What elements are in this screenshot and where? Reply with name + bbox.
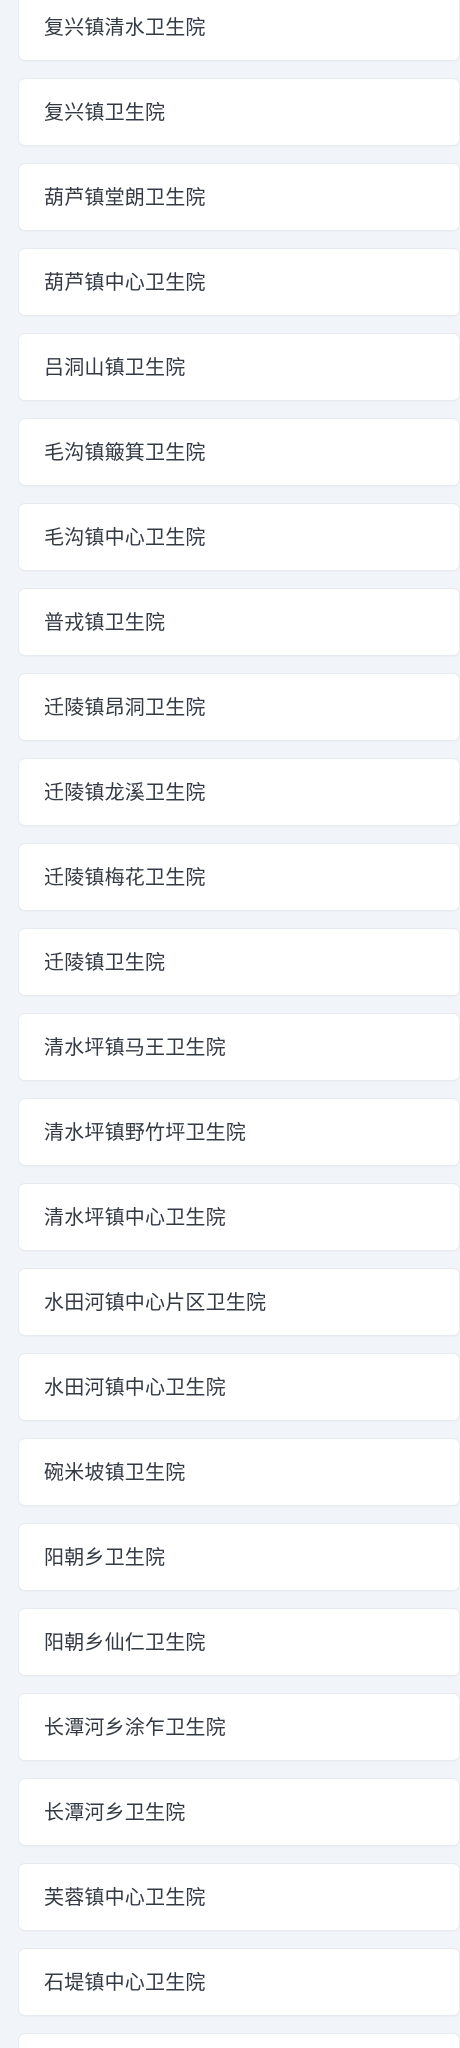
hospital-list-item[interactable]: 吕洞山镇卫生院 <box>19 334 459 400</box>
hospital-list-page: 复兴镇清水卫生院 复兴镇卫生院葫芦镇堂朗卫生院 葫芦镇中心卫生院 吕洞山镇卫生院 毛沟镇… <box>0 0 460 2048</box>
hospital-list-item[interactable]: 芙蓉镇中心卫生院 <box>19 1864 459 1930</box>
hospital-name-label: 迁陵镇卫生院 <box>44 950 166 974</box>
hospital-list-item[interactable]: 葫芦镇堂朗卫生院 <box>19 164 459 230</box>
hospital-list-item[interactable]: 迁陵镇卫生院 <box>19 929 459 995</box>
hospital-name-label: 毛沟镇中心卫生院 <box>44 525 206 549</box>
hospital-list-item[interactable]: 石堤镇中心卫生院 <box>19 1949 459 2015</box>
hospital-list-item[interactable]: 葫芦镇中心卫生院 <box>19 249 459 315</box>
hospital-list-item[interactable]: 清水坪镇中心卫生院 <box>19 1184 459 1250</box>
hospital-name-label: 葫芦镇堂朗卫生院 <box>44 185 206 209</box>
hospital-list-item[interactable]: 水田河镇中心片区卫生院 <box>19 1269 459 1335</box>
hospital-name-label: 毛沟镇簸箕卫生院 <box>44 440 206 464</box>
hospital-name-label: 水田河镇中心片区卫生院 <box>44 1290 267 1314</box>
hospital-name-label: 清水坪镇野竹坪卫生院 <box>44 1120 246 1144</box>
hospital-name-label: 复兴镇清水卫生院 <box>44 15 206 39</box>
hospital-name-label: 水田河镇中心卫生院 <box>44 1375 226 1399</box>
hospital-name-label: 芙蓉镇中心卫生院 <box>44 1885 206 1909</box>
hospital-name-label: 长潭河乡卫生院 <box>44 1800 186 1824</box>
hospital-list-item[interactable]: 长潭河乡涂乍卫生院 <box>19 1694 459 1760</box>
hospital-name-label: 碗米坡镇卫生院 <box>44 1460 186 1484</box>
hospital-list-item[interactable]: 复兴镇清水卫生院 <box>19 0 459 60</box>
hospital-list-item[interactable]: 清水坪镇野竹坪卫生院 <box>19 1099 459 1165</box>
hospital-name-label: 迁陵镇昂洞卫生院 <box>44 695 206 719</box>
hospital-name-label: 清水坪镇中心卫生院 <box>44 1205 226 1229</box>
hospital-name-label: 葫芦镇中心卫生院 <box>44 270 206 294</box>
hospital-list-item[interactable]: 碗米坡镇卫生院 <box>19 1439 459 1505</box>
hospital-list-item[interactable]: 毛沟镇簸箕卫生院 <box>19 419 459 485</box>
hospital-name-label: 阳朝乡卫生院 <box>44 1545 166 1569</box>
hospital-name-label: 长潭河乡涂乍卫生院 <box>44 1715 226 1739</box>
hospital-list-item[interactable]: 长潭河乡卫生院 <box>19 1779 459 1845</box>
hospital-name-label: 迁陵镇梅花卫生院 <box>44 865 206 889</box>
hospital-name-label: 迁陵镇龙溪卫生院 <box>44 780 206 804</box>
hospital-list-item[interactable]: 普戎镇卫生院 <box>19 589 459 655</box>
hospital-name-label: 普戎镇卫生院 <box>44 610 166 634</box>
hospital-list-item[interactable]: 清水坪镇马王卫生院 <box>19 1014 459 1080</box>
hospital-name-label: 阳朝乡仙仁卫生院 <box>44 1630 206 1654</box>
hospital-list-item[interactable]: 阳朝乡卫生院 <box>19 1524 459 1590</box>
hospital-list-item[interactable]: 迁陵镇龙溪卫生院 <box>19 759 459 825</box>
hospital-name-label: 吕洞山镇卫生院 <box>44 355 186 379</box>
hospital-list-item[interactable]: 迁陵镇昂洞卫生院 <box>19 674 459 740</box>
hospital-list-item[interactable]: 阳朝乡仙仁卫生院 <box>19 1609 459 1675</box>
hospital-list-item[interactable]: 复兴镇卫生院 <box>19 79 459 145</box>
hospital-name-label: 清水坪镇马王卫生院 <box>44 1035 226 1059</box>
hospital-list-item[interactable] <box>19 2034 459 2048</box>
hospital-list-item[interactable]: 迁陵镇梅花卫生院 <box>19 844 459 910</box>
hospital-name-label: 复兴镇卫生院 <box>44 100 166 124</box>
hospital-name-label: 石堤镇中心卫生院 <box>44 1970 206 1994</box>
hospital-list-item[interactable]: 水田河镇中心卫生院 <box>19 1354 459 1420</box>
hospital-list-item[interactable]: 毛沟镇中心卫生院 <box>19 504 459 570</box>
